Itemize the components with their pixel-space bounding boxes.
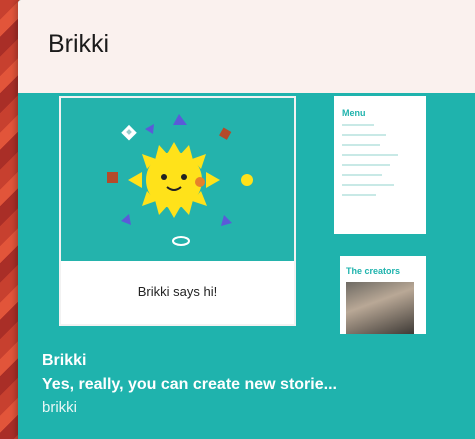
creators-photo <box>346 282 414 334</box>
story-author[interactable]: brikki <box>42 399 337 416</box>
ellipse-icon <box>172 236 190 246</box>
sun-character-icon <box>107 114 253 246</box>
card-info: Brikki Yes, really, you can create new s… <box>42 352 337 416</box>
circle-icon <box>241 174 253 186</box>
triangle-icon <box>221 215 232 226</box>
card-header: Brikki <box>18 0 475 93</box>
preview-caption: Brikki says hi! <box>137 284 218 299</box>
preview-page[interactable]: Brikki says hi! <box>59 96 296 326</box>
triangle-icon <box>173 114 187 125</box>
menu-page-thumbnail[interactable]: Menu <box>334 96 426 234</box>
card-title: Brikki <box>48 30 110 58</box>
creators-page-thumbnail[interactable]: The creators <box>340 256 426 334</box>
triangle-icon <box>121 214 131 225</box>
thumb-creators-heading: The creators <box>346 266 401 276</box>
thumb-line <box>342 194 376 196</box>
thumb-line <box>342 154 398 156</box>
thumb-menu-heading: Menu <box>342 108 366 118</box>
thumb-line <box>342 164 390 166</box>
preview-illustration <box>61 98 294 261</box>
story-card[interactable]: Brikki Brikki says hi! Menu The creators… <box>18 0 475 439</box>
thumb-line <box>342 184 394 186</box>
story-description: Yes, really, you can create new storie..… <box>42 376 337 393</box>
square-icon <box>107 172 118 183</box>
thumb-line <box>342 174 382 176</box>
diamond-icon <box>121 124 137 141</box>
triangle-icon <box>145 124 154 134</box>
thumb-line <box>342 144 380 146</box>
square-icon <box>219 127 232 140</box>
thumb-line <box>342 124 374 126</box>
thumb-line <box>342 134 386 136</box>
story-name: Brikki <box>42 352 87 369</box>
